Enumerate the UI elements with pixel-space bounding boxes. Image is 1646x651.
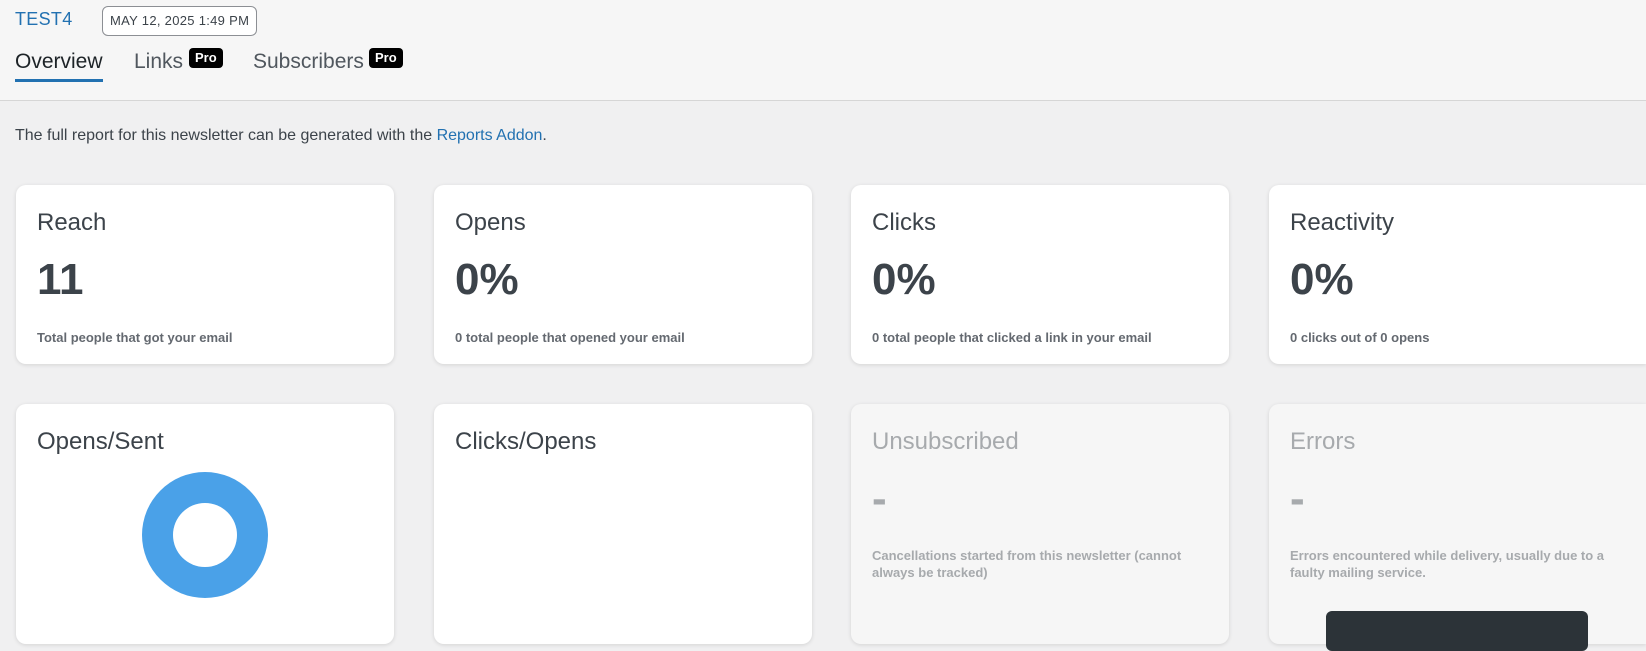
card-title: Unsubscribed	[872, 428, 1019, 455]
card-title: Clicks	[872, 209, 936, 236]
card-description: 0 clicks out of 0 opens	[1290, 330, 1430, 345]
donut-hole	[173, 503, 237, 567]
tab-subscribers[interactable]: Subscribers Pro	[253, 48, 403, 74]
reports-addon-notice: The full report for this newsletter can …	[15, 127, 547, 145]
notice-text: The full report for this newsletter can …	[15, 127, 437, 144]
chart-card-opens-sent: Opens/Sent	[16, 404, 394, 644]
stat-card-reactivity: Reactivity 0% 0 clicks out of 0 opens	[1269, 185, 1646, 364]
card-title: Reactivity	[1290, 209, 1395, 236]
tab-links[interactable]: Links Pro	[134, 48, 223, 74]
report-header: TEST4 MAY 12, 2025 1:49 PM Overview Link…	[0, 0, 1646, 101]
card-title: Opens/Sent	[37, 428, 164, 455]
chart-card-clicks-opens: Clicks/Opens	[434, 404, 812, 644]
stat-card-opens: Opens 0% 0 total people that opened your…	[434, 185, 812, 364]
stat-card-reach: Reach 11 Total people that got your emai…	[16, 185, 394, 364]
card-description: 0 total people that opened your email	[455, 330, 685, 345]
card-value: 0%	[872, 255, 936, 304]
reports-addon-link[interactable]: Reports Addon	[437, 127, 543, 144]
card-value: 0%	[1290, 255, 1354, 304]
card-description: 0 total people that clicked a link in yo…	[872, 330, 1152, 345]
card-title: Errors	[1290, 428, 1356, 455]
stat-card-clicks: Clicks 0% 0 total people that clicked a …	[851, 185, 1229, 364]
pro-badge: Pro	[369, 48, 403, 68]
pro-badge: Pro	[189, 48, 223, 68]
stat-card-unsubscribed: Unsubscribed - Cancellations started fro…	[851, 404, 1229, 644]
card-title: Clicks/Opens	[455, 428, 597, 455]
card-title: Opens	[455, 209, 526, 236]
notice-text-end: .	[542, 127, 547, 144]
tab-links-label: Links	[134, 50, 184, 73]
tab-overview[interactable]: Overview	[15, 50, 103, 82]
send-date-badge: MAY 12, 2025 1:49 PM	[102, 6, 258, 36]
card-value: -	[872, 474, 887, 523]
card-description: Cancellations started from this newslett…	[872, 548, 1182, 580]
newsletter-name: TEST4	[15, 9, 73, 29]
tab-overview-label: Overview	[15, 50, 103, 73]
card-value: 11	[37, 255, 84, 304]
opens-sent-donut-chart	[142, 472, 268, 598]
card-value: 0%	[455, 255, 519, 304]
dark-popup	[1326, 611, 1588, 651]
card-description: Total people that got your email	[37, 330, 233, 345]
tab-subscribers-label: Subscribers	[253, 50, 364, 73]
card-value: -	[1290, 474, 1305, 523]
card-title: Reach	[37, 209, 107, 236]
stat-card-errors: Errors - Errors encountered while delive…	[1269, 404, 1646, 651]
card-description: Errors encountered while delivery, usual…	[1290, 548, 1605, 580]
